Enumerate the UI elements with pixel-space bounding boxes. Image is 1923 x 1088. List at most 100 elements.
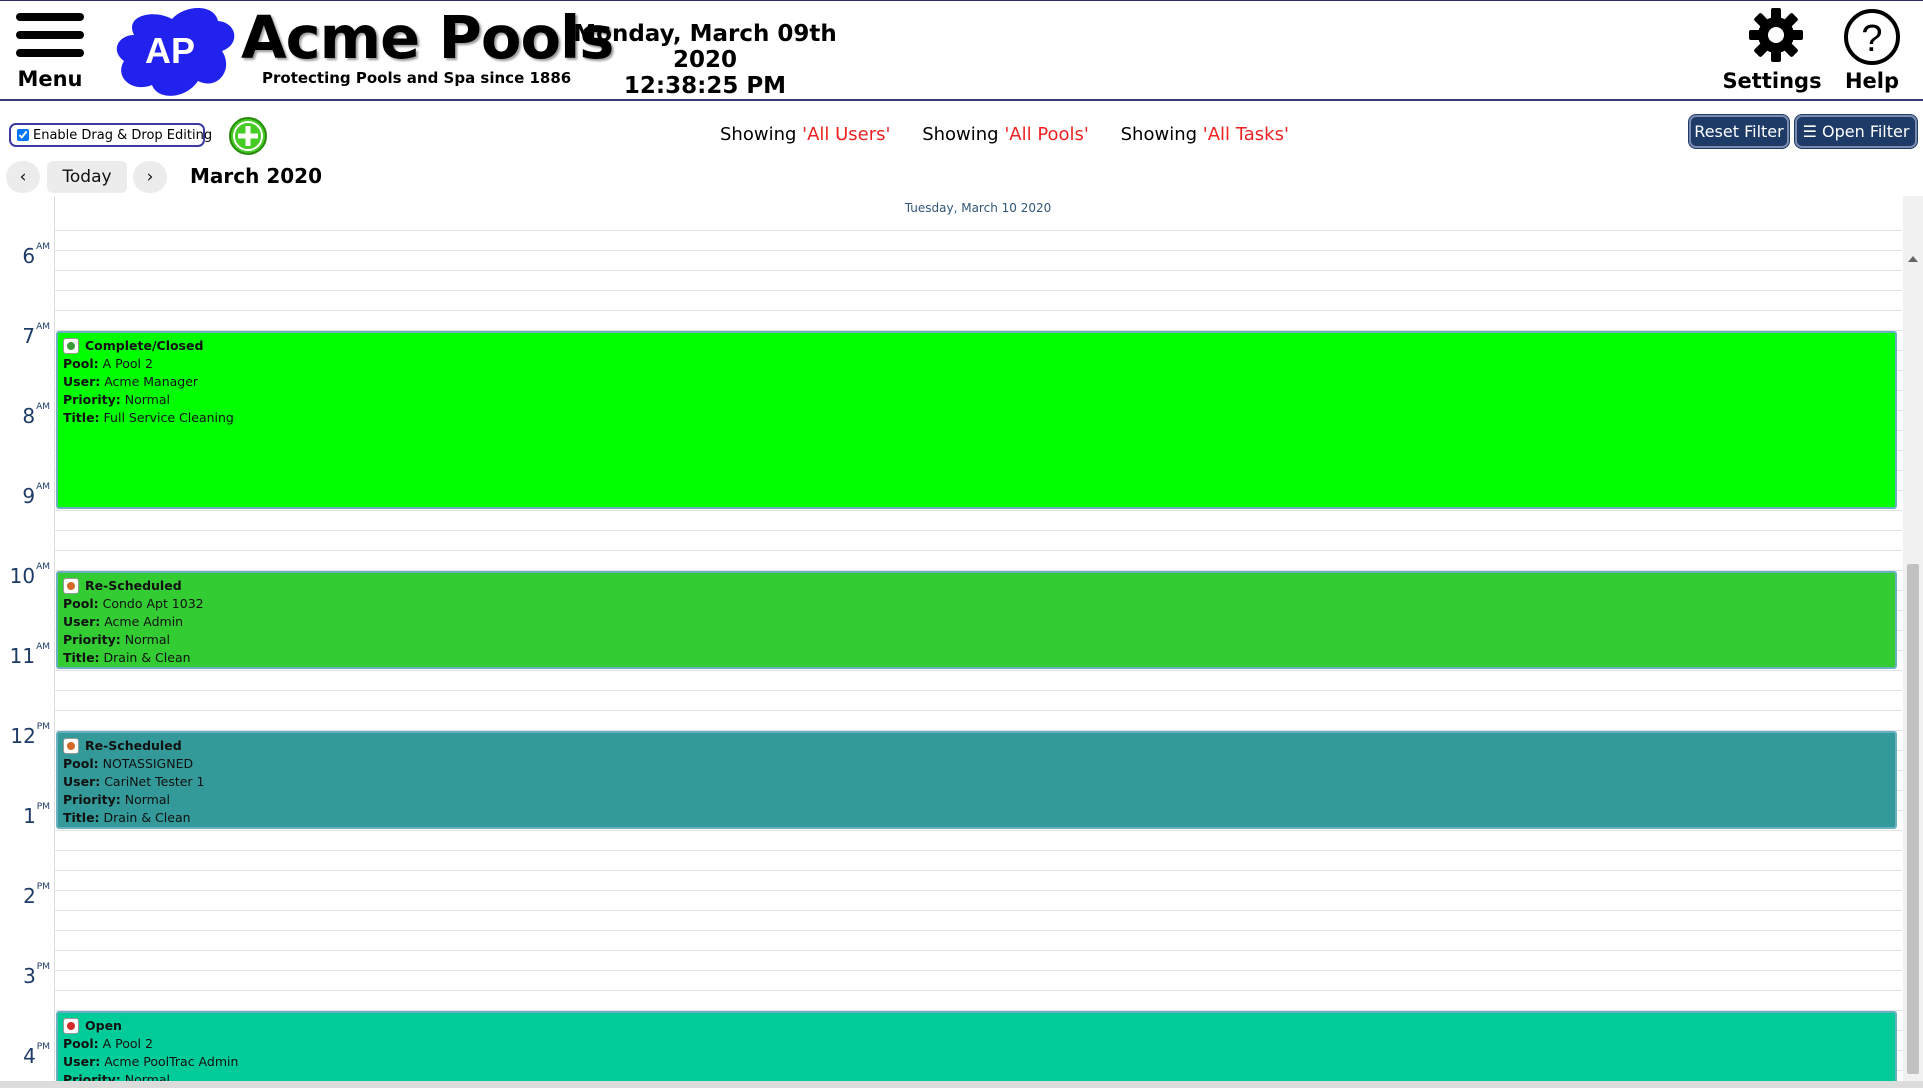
logo-text: AP	[145, 30, 195, 71]
scroll-up-arrow-icon[interactable]	[1908, 256, 1918, 262]
event-status: Re-Scheduled	[63, 577, 1890, 595]
event-title-value: Full Service Cleaning	[99, 410, 234, 425]
brand-name: Acme Pools	[241, 3, 614, 72]
grid-line	[54, 270, 1902, 271]
drag-drop-checkbox[interactable]	[17, 129, 29, 141]
calendar-grid[interactable]: Complete/Closed Pool: A Pool 2 User: Acme …	[54, 218, 1902, 1081]
event-pool-label: Pool:	[63, 756, 99, 771]
add-task-button[interactable]	[228, 116, 268, 156]
hour-ampm: PM	[36, 1042, 50, 1052]
event-user-value: Acme Admin	[100, 614, 184, 629]
hour-number: 6	[22, 244, 36, 268]
reschedule-icon	[63, 578, 79, 594]
filter-prefix: Showing	[922, 124, 1005, 145]
event-pool-value: NOTASSIGNED	[98, 756, 194, 771]
grid-line	[54, 670, 1902, 671]
event-status-text: Complete/Closed	[85, 338, 204, 353]
hour-ampm: PM	[36, 722, 50, 732]
event-pool-label: Pool:	[63, 356, 99, 371]
hour-label: 10AM	[10, 562, 50, 588]
event-user-value: Acme Manager	[100, 374, 199, 389]
event-priority-label: Priority:	[63, 1072, 121, 1081]
filter-value: 'All Tasks'	[1202, 124, 1289, 145]
reset-filter-button[interactable]: Reset Filter	[1689, 115, 1789, 148]
filter-prefix: Showing	[1120, 124, 1203, 145]
menu-icon-bar	[16, 31, 84, 39]
open-filter-button[interactable]: ☰ Open Filter	[1795, 115, 1917, 148]
hour-ampm: AM	[36, 402, 50, 412]
event-title-value: Drain & Clean	[99, 810, 191, 825]
calendar-event[interactable]: Re-Scheduled Pool: NOTASSIGNED User: CariN…	[56, 731, 1897, 829]
event-title-label: Title:	[63, 650, 100, 665]
horizontal-scrollbar[interactable]	[0, 1081, 1923, 1088]
help-label: Help	[1844, 69, 1900, 93]
event-status: Open	[63, 1017, 1890, 1035]
settings-button[interactable]: Settings	[1722, 7, 1822, 97]
next-month-button[interactable]: ›	[133, 161, 167, 193]
event-status-text: Re-Scheduled	[85, 578, 182, 593]
event-priority: Priority: Normal	[63, 631, 1890, 649]
event-status-text: Re-Scheduled	[85, 738, 182, 753]
hour-ampm: PM	[36, 802, 50, 812]
hour-ampm: PM	[36, 882, 50, 892]
event-pool-value: A Pool 2	[98, 1036, 153, 1051]
calendar-event[interactable]: Open Pool: A Pool 2 User: Acme PoolTrac Ad…	[56, 1011, 1897, 1081]
event-pool: Pool: NOTASSIGNED	[63, 755, 1890, 773]
event-pool: Pool: Condo Apt 1032	[63, 595, 1890, 613]
event-pool-label: Pool:	[63, 1036, 99, 1051]
hour-ampm: AM	[36, 242, 50, 252]
prev-month-button[interactable]: ‹	[6, 161, 40, 193]
logo-icon: AP	[116, 8, 235, 96]
active-filters: Showing 'All Users' Showing 'All Pools' …	[720, 124, 1315, 145]
help-icon: ?	[1844, 9, 1900, 65]
event-priority-value: Normal	[120, 792, 170, 807]
hour-number: 2	[23, 884, 36, 908]
hour-number: 4	[23, 1044, 36, 1068]
calendar-scrollbar[interactable]	[1903, 196, 1923, 1081]
current-time: 12:38:25 PM	[623, 73, 787, 99]
hour-label: 6AM	[22, 242, 50, 268]
filter-value: 'All Users'	[802, 124, 891, 145]
grid-line	[54, 890, 1902, 891]
event-pool: Pool: A Pool 2	[63, 355, 1890, 373]
filter-prefix: Showing	[720, 124, 803, 145]
event-status-text: Open	[85, 1018, 122, 1033]
time-column: 6AM 7AM 8AM 9AM 10AM 11AM 12PM 1PM 2PM 3PM 4PM	[0, 196, 55, 1081]
hour-number: 12	[10, 724, 36, 748]
calendar-event[interactable]: Re-Scheduled Pool: Condo Apt 1032 User: Ac…	[56, 571, 1897, 669]
month-title: March 2020	[190, 164, 322, 188]
hour-number: 7	[22, 324, 36, 348]
event-pool-value: Condo Apt 1032	[98, 596, 204, 611]
today-button[interactable]: Today	[47, 161, 127, 193]
hour-label: 12PM	[10, 722, 50, 748]
grid-line	[54, 910, 1902, 911]
hour-label: 2PM	[23, 882, 50, 908]
grid-line	[54, 530, 1902, 531]
event-user: User: Acme Admin	[63, 613, 1890, 631]
hour-ampm: AM	[36, 482, 50, 492]
scroll-thumb[interactable]	[1907, 564, 1919, 1074]
event-priority: Priority: Normal	[63, 391, 1890, 409]
grid-line	[54, 990, 1902, 991]
menu-icon	[16, 13, 84, 21]
event-priority-value: Normal	[120, 632, 170, 647]
hour-ampm: AM	[36, 562, 50, 572]
event-user-value: CariNet Tester 1	[100, 774, 205, 789]
grid-line	[54, 310, 1902, 311]
open-icon	[63, 1018, 79, 1034]
grid-line	[54, 870, 1902, 871]
event-user-label: User:	[63, 614, 101, 629]
menu-button[interactable]: Menu	[14, 11, 86, 95]
grid-line	[54, 510, 1902, 511]
grid-line	[54, 690, 1902, 691]
gear-icon	[1749, 8, 1803, 62]
grid-line	[54, 950, 1902, 951]
hour-number: 9	[22, 484, 36, 508]
calendar-event[interactable]: Complete/Closed Pool: A Pool 2 User: Acme …	[56, 331, 1897, 509]
hour-number: 11	[9, 644, 36, 668]
event-title: Title: Drain & Clean	[63, 809, 1890, 827]
drag-drop-toggle[interactable]: Enable Drag & Drop Editing	[9, 123, 212, 147]
help-button[interactable]: ? Help	[1838, 7, 1906, 97]
event-title: Title: Drain & Clean	[63, 649, 1890, 667]
svg-text:?: ?	[1861, 18, 1882, 60]
